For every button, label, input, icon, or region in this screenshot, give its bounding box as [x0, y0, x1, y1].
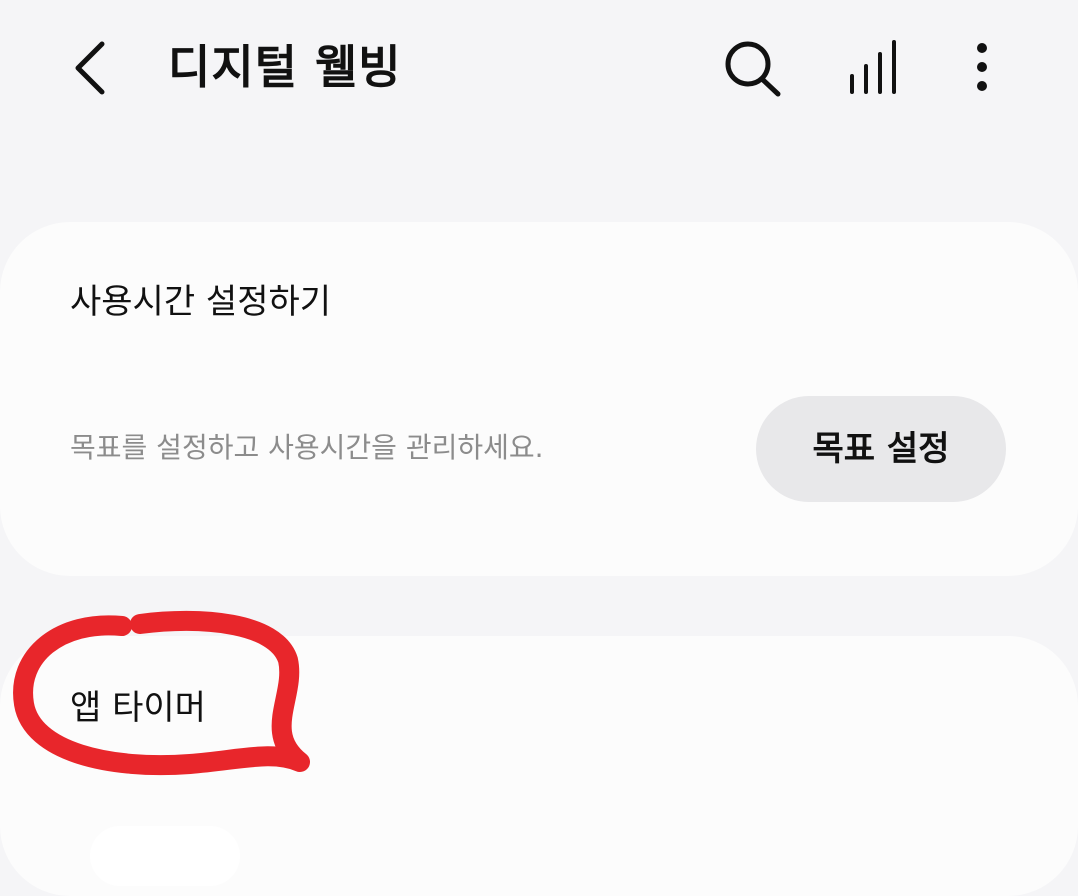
- bar-chart-icon[interactable]: [842, 36, 906, 98]
- app-bar: 디지털 웰빙: [0, 0, 1078, 140]
- next-card-edge: [90, 826, 240, 886]
- set-goal-button[interactable]: 목표 설정: [756, 396, 1006, 502]
- page-title: 디지털 웰빙: [168, 40, 402, 94]
- screen-time-goal-card: 사용시간 설정하기 목표를 설정하고 사용시간을 관리하세요. 목표 설정: [0, 222, 1078, 576]
- more-vert-icon[interactable]: [958, 36, 1006, 98]
- screen-time-card-title: 사용시간 설정하기: [70, 282, 332, 322]
- red-circle-annotation: [13, 610, 310, 776]
- screen-time-card-description: 목표를 설정하고 사용시간을 관리하세요.: [70, 431, 544, 464]
- back-arrow-icon[interactable]: [66, 38, 122, 98]
- search-icon[interactable]: [716, 34, 788, 102]
